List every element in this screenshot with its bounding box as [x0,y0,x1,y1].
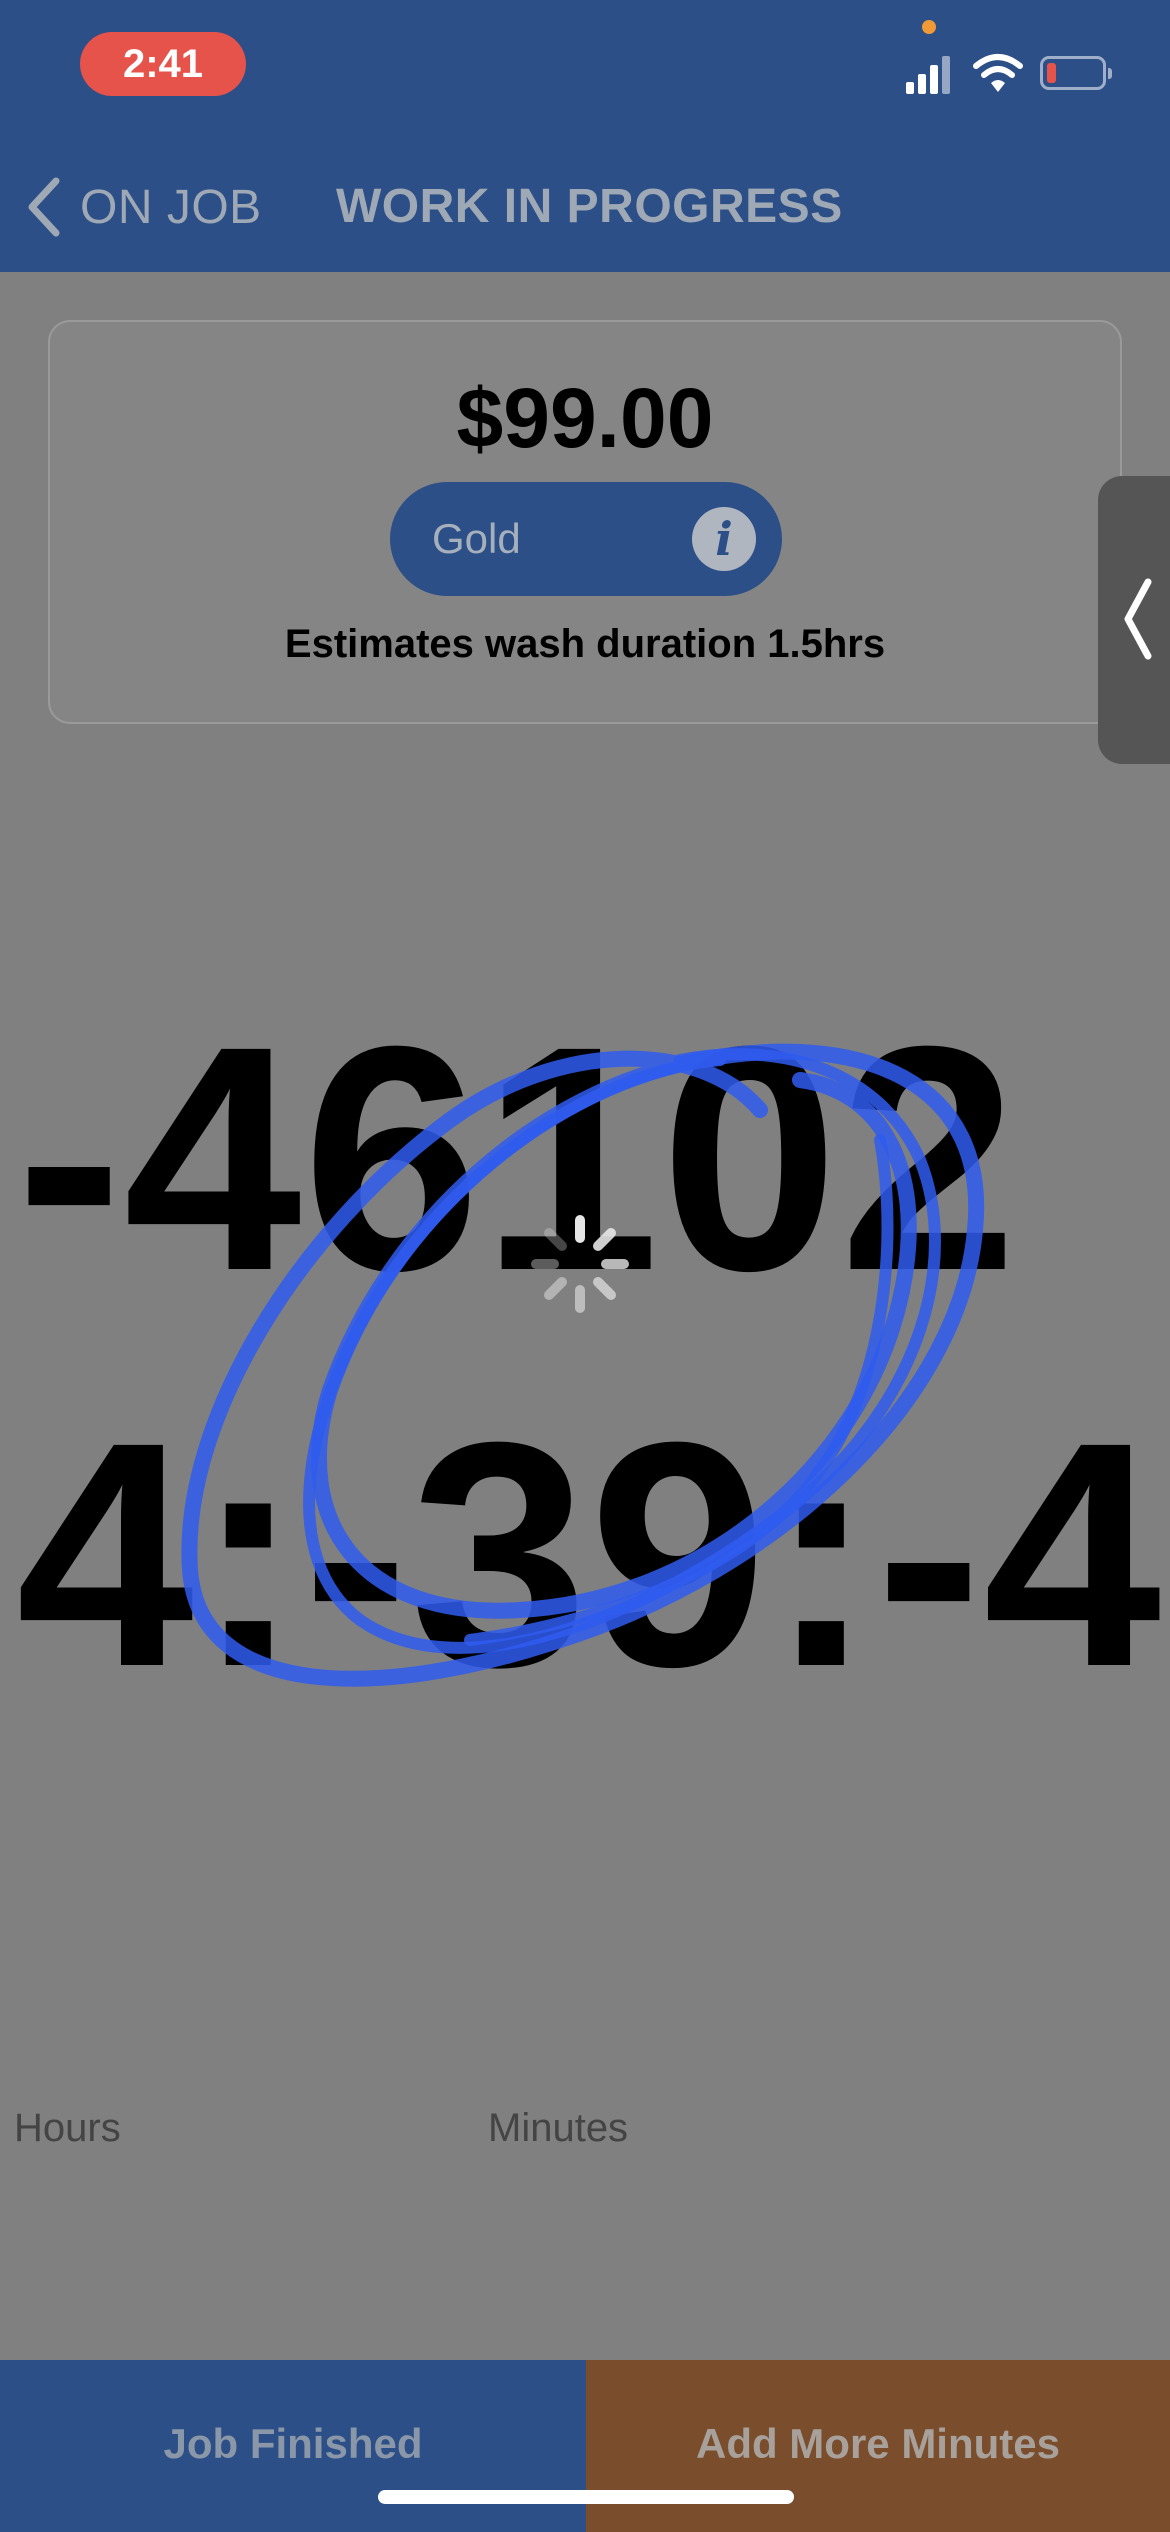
minutes-label: Minutes [488,2106,629,2150]
add-more-minutes-button[interactable]: Add More Minutes [586,2360,1170,2532]
info-icon[interactable]: i [692,507,756,571]
back-button[interactable]: ON JOB [22,172,262,242]
side-drawer-toggle[interactable] [1098,476,1170,764]
battery-level [1047,63,1056,83]
status-time: 2:41 [80,32,246,96]
wash-duration-estimate: Estimates wash duration 1.5hrs [284,622,886,666]
job-summary-card: $99.00 Gold i Estimates wash duration 1.… [48,320,1122,724]
page-title: WORK IN PROGRESS [336,180,843,233]
wifi-icon [973,54,1023,92]
job-finished-button[interactable]: Job Finished [0,2360,586,2532]
spinner-icon [531,1215,629,1313]
home-indicator[interactable] [378,2490,794,2504]
chevron-left-icon [28,177,60,237]
job-price: $99.00 [456,371,714,465]
cellular-signal-icon [906,54,952,94]
chevron-left-icon [1124,578,1152,660]
package-label: Gold [432,515,521,562]
hours-label: Hours [14,2106,121,2150]
privacy-indicator-dot [922,20,936,34]
package-button[interactable]: Gold i [390,482,782,596]
back-label: ON JOB [80,180,262,234]
countdown-timer: -461024:-39:-4 [16,979,1163,1733]
battery-icon [1040,56,1112,90]
header: 2:41 ON JOB WORK IN PROGRESS [0,0,1170,272]
